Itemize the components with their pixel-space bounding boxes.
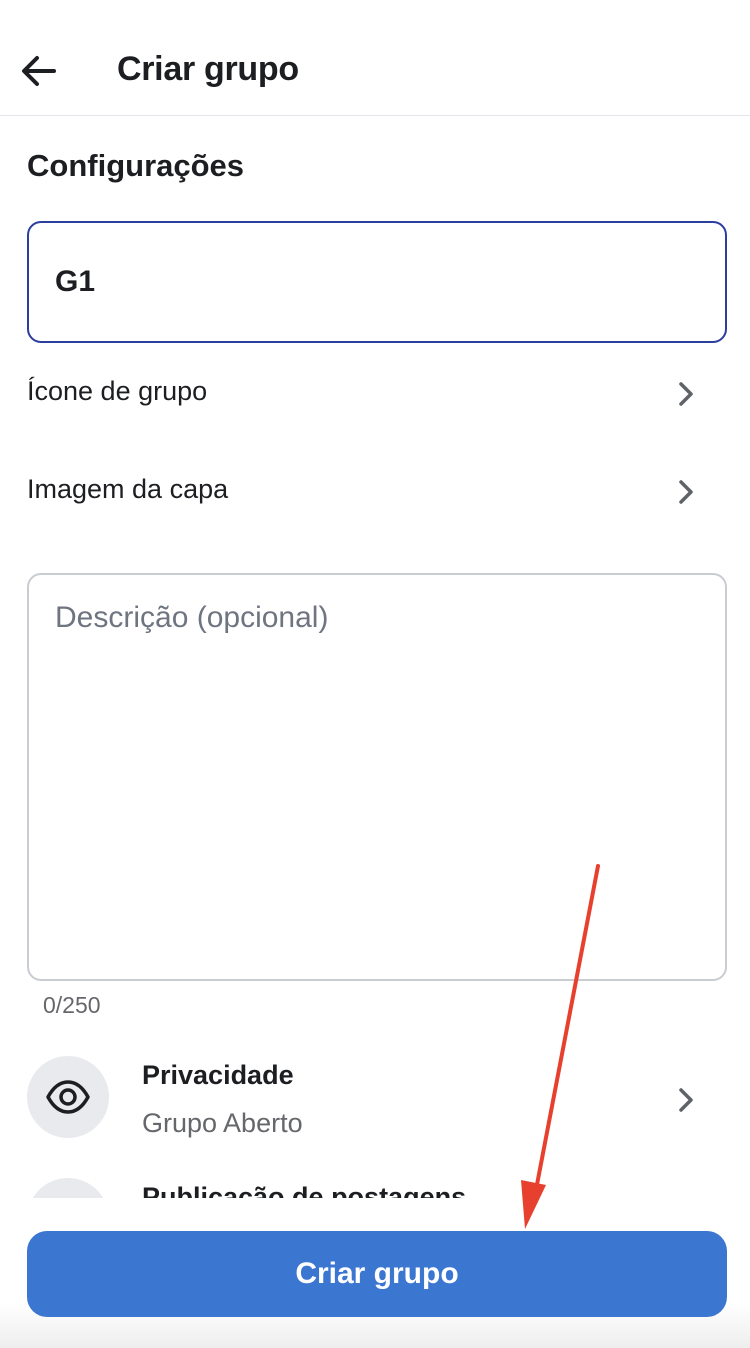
- cover-image-label: Imagem da capa: [27, 474, 229, 504]
- privacy-title: Privacidade: [142, 1060, 294, 1090]
- cover-image-row[interactable]: Imagem da capa: [0, 452, 750, 532]
- top-app-bar: Criar grupo: [0, 0, 750, 116]
- eye-icon: [46, 1080, 90, 1114]
- group-icon-label: Ícone de grupo: [27, 376, 208, 406]
- create-group-button[interactable]: Criar grupo: [27, 1231, 727, 1317]
- arrow-left-icon: [22, 56, 56, 86]
- footer-bar: Criar grupo: [0, 1198, 750, 1348]
- privacy-value: Grupo Aberto: [142, 1108, 303, 1138]
- group-name-input[interactable]: [27, 221, 727, 343]
- group-icon-row[interactable]: Ícone de grupo: [0, 354, 750, 434]
- back-button[interactable]: [16, 46, 64, 94]
- description-char-counter: 0/250: [43, 992, 101, 1018]
- chevron-right-icon: [679, 382, 693, 406]
- options-list: Privacidade Grupo Aberto Publicação de p…: [0, 1050, 750, 1198]
- settings-section-title: Configurações: [27, 148, 245, 183]
- post-publishing-title: Publicação de postagens: [142, 1182, 467, 1198]
- chevron-right-icon: [679, 480, 693, 504]
- post-publishing-row[interactable]: Publicação de postagens: [0, 1178, 750, 1198]
- chevron-right-icon: [679, 1088, 693, 1112]
- page-title: Criar grupo: [117, 50, 299, 88]
- privacy-row[interactable]: Privacidade Grupo Aberto: [0, 1056, 750, 1166]
- privacy-icon-circle: [27, 1056, 109, 1138]
- description-textarea[interactable]: [27, 573, 727, 981]
- post-publishing-icon-circle: [27, 1178, 109, 1198]
